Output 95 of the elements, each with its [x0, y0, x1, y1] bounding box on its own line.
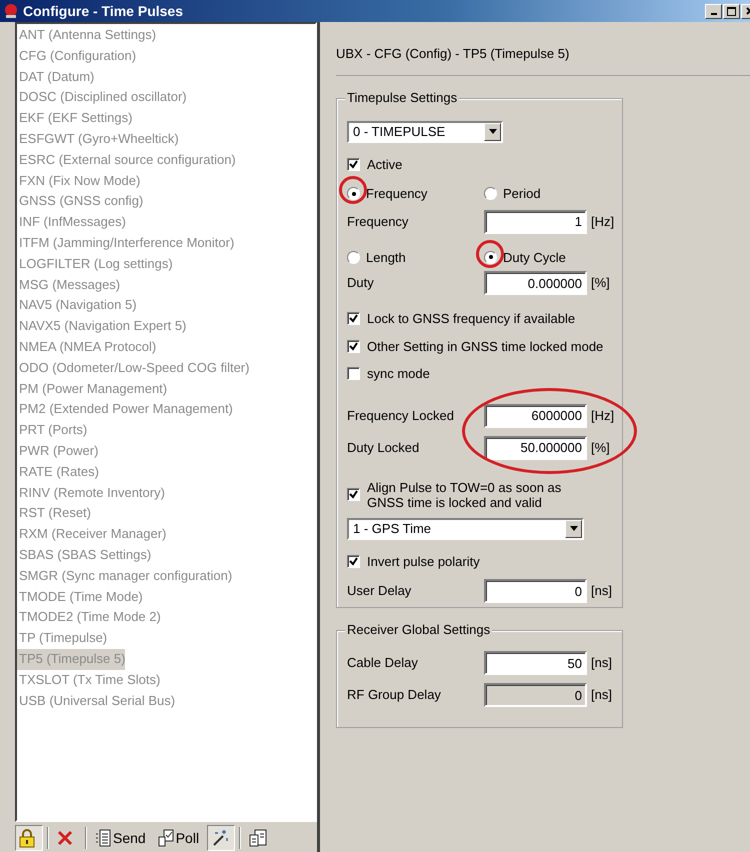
list-item[interactable]: RXM (Receiver Manager): [17, 524, 166, 545]
list-item[interactable]: DAT (Datum): [17, 66, 94, 88]
window-title: Configure - Time Pulses: [23, 2, 183, 21]
list-item[interactable]: INF (InfMessages): [17, 212, 126, 233]
minimize-button[interactable]: [705, 4, 722, 18]
unit-label: [ns]: [591, 654, 612, 672]
unit-label: [ns]: [591, 582, 612, 600]
document-icon: [158, 829, 174, 847]
checkbox[interactable]: [347, 488, 360, 501]
list-item[interactable]: NAVX5 (Navigation Expert 5): [17, 316, 186, 337]
checkbox-label: Other Setting in GNSS time locked mode: [367, 338, 604, 356]
list-item[interactable]: TMODE2 (Time Mode 2): [17, 607, 161, 628]
list-item[interactable]: NMEA (NMEA Protocol): [17, 336, 156, 358]
list-item[interactable]: RST (Reset): [17, 503, 91, 524]
input-field[interactable]: 1: [484, 210, 587, 234]
list-item[interactable]: PM (Power Management): [17, 378, 168, 400]
checkbox-label: Lock to GNSS frequency if available: [367, 310, 576, 328]
list-item[interactable]: TP (Timepulse): [17, 628, 108, 649]
list-item[interactable]: USB (Universal Serial Bus): [17, 690, 176, 712]
input-field[interactable]: 0.000000: [484, 271, 587, 295]
checkbox-label: Align Pulse to TOW=0 as soon as GNSS time is locked and valid: [367, 480, 562, 510]
list-item[interactable]: NAV5 (Navigation 5): [17, 295, 137, 316]
radio-button[interactable]: [347, 250, 360, 264]
unit-label: [Hz]: [591, 212, 614, 231]
list-item[interactable]: ODO (Odometer/Low-Speed COG filter): [17, 358, 250, 379]
panel-heading: UBX - CFG (Config) - TP5 (Timepulse 5): [336, 44, 750, 76]
app-icon: [3, 3, 19, 19]
checkbox[interactable]: [347, 340, 360, 353]
list-item[interactable]: EKF (EKF Settings): [17, 108, 132, 129]
document-icon: [249, 829, 268, 847]
unit-label: [ns]: [591, 686, 612, 704]
list-item[interactable]: CFG (Configuration): [17, 46, 136, 67]
list-item[interactable]: ITFM (Jamming/Interference Monitor): [17, 232, 234, 254]
caret-icon: [570, 526, 578, 531]
list-item[interactable]: TXSLOT (Tx Time Slots): [17, 670, 160, 690]
list-item[interactable]: FXN (Fix Now Mode): [17, 170, 140, 192]
document-icon: [95, 829, 111, 847]
radio-label: Duty Cycle: [503, 248, 566, 267]
list-item[interactable]: DOSC (Disciplined oscillator): [17, 87, 187, 108]
list-item[interactable]: RATE (Rates): [17, 462, 99, 483]
field-label: Frequency Locked: [347, 406, 455, 425]
caret-icon: [488, 129, 496, 134]
wand-button[interactable]: [207, 825, 236, 851]
radio-button[interactable]: [347, 187, 360, 200]
unit-label: [%]: [591, 274, 610, 292]
list-item[interactable]: ANT (Antenna Settings): [17, 25, 156, 46]
list-item[interactable]: SMGR (Sync manager configuration): [17, 566, 232, 587]
list-item[interactable]: RINV (Remote Inventory): [17, 482, 165, 504]
input-field[interactable]: 50: [484, 651, 587, 675]
unit-label: [%]: [591, 438, 610, 457]
list-item[interactable]: TMODE (Time Mode): [17, 586, 143, 608]
checkbox[interactable]: [347, 312, 360, 326]
list-item[interactable]: PRT (Ports): [17, 420, 88, 441]
radio-label: Period: [503, 185, 541, 203]
radio-label: Frequency: [366, 185, 428, 203]
list-item[interactable]: PM2 (Extended Power Management): [17, 399, 233, 420]
list-item[interactable]: SBAS (SBAS Settings): [17, 544, 152, 566]
list-item[interactable]: GNSS (GNSS config): [17, 191, 144, 212]
checkbox[interactable]: [347, 367, 360, 380]
field-label: Frequency: [347, 212, 410, 231]
field-label: User Delay: [347, 582, 412, 600]
list-item[interactable]: LOGFILTER (Log settings): [17, 254, 173, 275]
group-title: Receiver Global Settings: [345, 622, 492, 638]
field-label: Duty: [347, 274, 375, 292]
delete-icon: [57, 830, 73, 846]
lock-button[interactable]: [15, 825, 43, 851]
radio-button[interactable]: [484, 250, 497, 264]
poll-button[interactable]: Poll: [154, 825, 204, 851]
list-item[interactable]: PWR (Power): [17, 440, 98, 462]
input-field[interactable]: 0: [484, 579, 587, 603]
radio-button[interactable]: [484, 187, 497, 200]
dropdown[interactable]: 0 - TIMEPULSE: [347, 120, 503, 142]
field-label: RF Group Delay: [347, 686, 442, 704]
radio-label: Length: [366, 248, 406, 267]
maximize-icon: [727, 6, 736, 16]
lock-icon: [19, 828, 35, 848]
checkbox-label: Active: [367, 156, 402, 174]
checkbox-label: sync mode: [367, 365, 430, 383]
list-item[interactable]: TP5 (Timepulse 5): [17, 648, 126, 670]
checkbox-label: Invert pulse polarity: [367, 552, 480, 571]
send-button[interactable]: Send: [91, 825, 150, 851]
list-item[interactable]: ESRC (External source configuration): [17, 150, 236, 171]
list-item[interactable]: MSG (Messages): [17, 274, 120, 296]
wand-icon: [211, 829, 230, 847]
field-label: Cable Delay: [347, 654, 419, 672]
unit-label: [Hz]: [591, 406, 614, 425]
group-title: Timepulse Settings: [345, 90, 460, 106]
checkbox[interactable]: [347, 554, 360, 568]
checkbox[interactable]: [347, 158, 360, 171]
list-item[interactable]: ESFGWT (Gyro+Wheeltick): [17, 128, 179, 150]
field-label: Duty Locked: [347, 438, 420, 457]
input-field[interactable]: 50.000000: [484, 436, 587, 460]
maximize-button[interactable]: [723, 4, 740, 18]
dropdown[interactable]: 1 - GPS Time: [347, 518, 584, 540]
input-field[interactable]: 6000000: [484, 404, 587, 428]
